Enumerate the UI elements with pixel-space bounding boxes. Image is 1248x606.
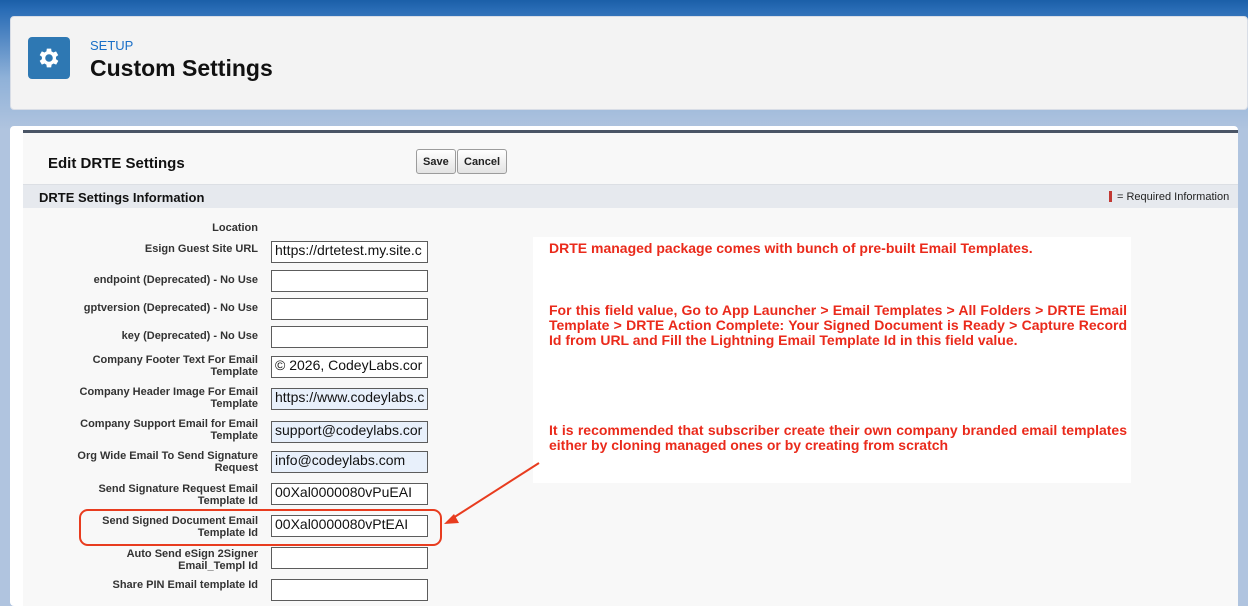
edit-panel-body: Edit DRTE Settings Save Cancel DRTE Sett… bbox=[23, 130, 1238, 606]
edit-panel: Edit DRTE Settings Save Cancel DRTE Sett… bbox=[10, 126, 1238, 606]
page-header: SETUP Custom Settings bbox=[10, 16, 1248, 110]
gear-icon bbox=[28, 37, 70, 79]
annotation-arrow-icon bbox=[444, 462, 540, 524]
breadcrumb[interactable]: SETUP bbox=[90, 38, 133, 53]
page-title: Custom Settings bbox=[90, 55, 273, 81]
